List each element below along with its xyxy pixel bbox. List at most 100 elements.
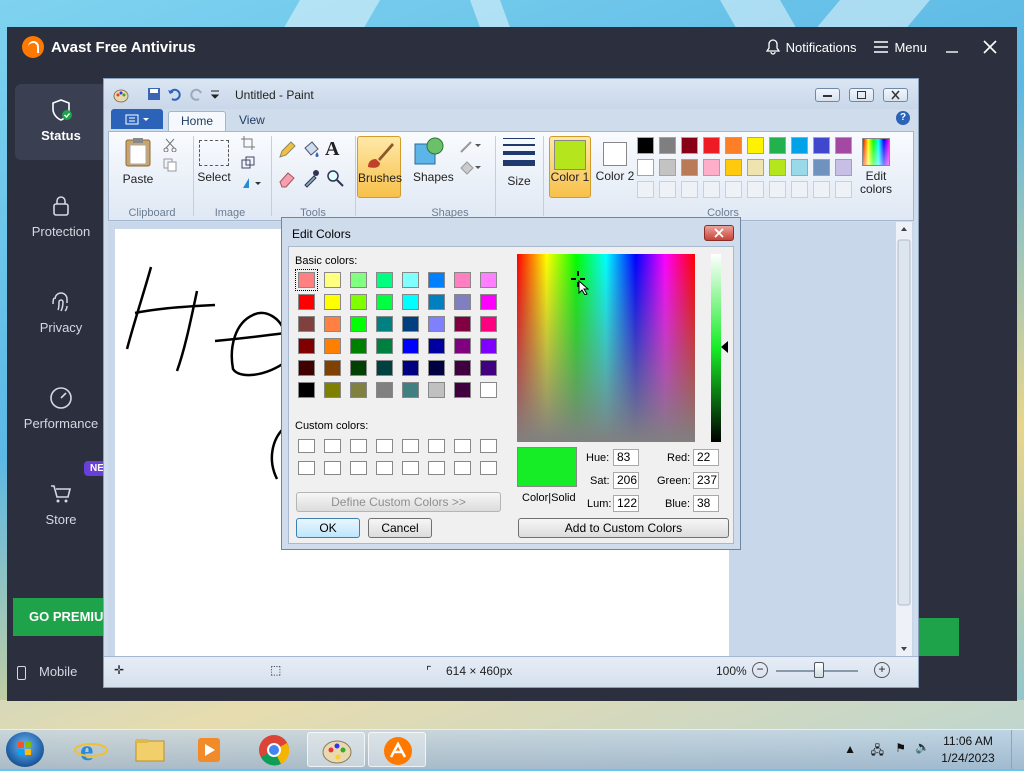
palette-swatch[interactable] <box>769 137 786 154</box>
taskbar-paint[interactable] <box>307 732 365 767</box>
palette-swatch[interactable] <box>637 181 654 198</box>
basic-color-cell[interactable] <box>376 338 393 354</box>
palette-swatch[interactable] <box>637 137 654 154</box>
basic-color-cell[interactable] <box>454 272 471 288</box>
dialog-close-button[interactable] <box>704 225 734 241</box>
volume-icon[interactable]: 🔈 <box>915 740 930 754</box>
basic-color-cell[interactable] <box>428 382 445 398</box>
custom-color-cell[interactable] <box>298 461 315 475</box>
palette-swatch[interactable] <box>791 159 808 176</box>
pencil-icon[interactable] <box>277 140 297 163</box>
network-icon[interactable]: 🖧 <box>871 741 884 762</box>
basic-color-cell[interactable] <box>324 316 341 332</box>
basic-color-cell[interactable] <box>402 294 419 310</box>
file-menu-button[interactable] <box>111 109 163 129</box>
custom-color-cell[interactable] <box>402 461 419 475</box>
fill-bucket-icon[interactable] <box>301 140 321 163</box>
palette-swatch[interactable] <box>835 137 852 154</box>
basic-color-cell[interactable] <box>324 272 341 288</box>
palette-swatch[interactable] <box>637 159 654 176</box>
notifications-button[interactable]: Notifications <box>765 39 856 55</box>
palette-swatch[interactable] <box>703 181 720 198</box>
palette-swatch[interactable] <box>681 159 698 176</box>
select-button[interactable]: Select <box>197 136 231 198</box>
basic-color-cell[interactable] <box>428 294 445 310</box>
basic-color-cell[interactable] <box>376 272 393 288</box>
palette-swatch[interactable] <box>703 159 720 176</box>
palette-swatch[interactable] <box>659 159 676 176</box>
flag-icon[interactable]: ⚑ <box>895 741 906 755</box>
basic-color-cell[interactable] <box>298 338 315 354</box>
custom-color-cell[interactable] <box>480 461 497 475</box>
copy-icon[interactable] <box>163 158 177 175</box>
hue-input[interactable]: 83 <box>613 449 639 466</box>
show-desktop-button[interactable] <box>1011 730 1024 769</box>
minimize-button[interactable] <box>945 40 965 54</box>
sidebar-item-store[interactable]: Store <box>15 468 107 544</box>
palette-swatch[interactable] <box>813 137 830 154</box>
custom-color-cell[interactable] <box>376 439 393 453</box>
basic-color-cell[interactable] <box>480 382 497 398</box>
custom-color-cell[interactable] <box>428 461 445 475</box>
basic-color-cell[interactable] <box>324 382 341 398</box>
basic-color-cell[interactable] <box>402 382 419 398</box>
custom-color-cell[interactable] <box>454 461 471 475</box>
custom-color-cell[interactable] <box>428 439 445 453</box>
custom-color-cell[interactable] <box>324 439 341 453</box>
custom-color-cell[interactable] <box>480 439 497 453</box>
basic-color-cell[interactable] <box>324 360 341 376</box>
basic-color-cell[interactable] <box>480 338 497 354</box>
outline-icon[interactable] <box>459 138 483 157</box>
basic-color-cell[interactable] <box>428 360 445 376</box>
brushes-button[interactable]: Brushes <box>357 136 402 198</box>
custom-color-cell[interactable] <box>350 439 367 453</box>
quick-access-dropdown-icon[interactable] <box>210 87 224 101</box>
magnifier-icon[interactable] <box>325 168 345 191</box>
taskbar-avast[interactable] <box>368 732 426 767</box>
undo-icon[interactable] <box>167 87 181 101</box>
palette-swatch[interactable] <box>659 181 676 198</box>
palette-swatch[interactable] <box>747 137 764 154</box>
basic-color-cell[interactable] <box>480 316 497 332</box>
clock[interactable]: 11:06 AM 1/24/2023 <box>938 734 998 765</box>
basic-color-cell[interactable] <box>298 316 315 332</box>
zoom-slider-thumb[interactable] <box>814 662 824 678</box>
basic-color-cell[interactable] <box>350 294 367 310</box>
tab-home[interactable]: Home <box>168 111 227 132</box>
taskbar-file-explorer[interactable] <box>121 732 179 767</box>
palette-swatch[interactable] <box>835 181 852 198</box>
basic-color-cell[interactable] <box>428 338 445 354</box>
basic-color-cell[interactable] <box>454 338 471 354</box>
color1-button[interactable]: Color 1 <box>549 136 591 198</box>
menu-button[interactable]: Menu <box>874 40 927 55</box>
zoom-in-button[interactable]: + <box>874 662 890 678</box>
color2-button[interactable]: Color 2 <box>595 136 635 198</box>
eraser-icon[interactable] <box>277 168 297 191</box>
basic-color-cell[interactable] <box>298 360 315 376</box>
basic-color-cell[interactable] <box>428 316 445 332</box>
add-to-custom-colors-button[interactable]: Add to Custom Colors <box>518 518 729 538</box>
custom-color-cell[interactable] <box>324 461 341 475</box>
cancel-button[interactable]: Cancel <box>368 518 432 538</box>
palette-swatch[interactable] <box>725 137 742 154</box>
basic-color-cell[interactable] <box>480 272 497 288</box>
green-input[interactable]: 237 <box>693 472 719 489</box>
lum-input[interactable]: 122 <box>613 495 639 512</box>
basic-color-cell[interactable] <box>350 316 367 332</box>
basic-color-cell[interactable] <box>324 294 341 310</box>
fill-icon[interactable] <box>459 160 483 179</box>
custom-color-cell[interactable] <box>376 461 393 475</box>
basic-color-cell[interactable] <box>350 360 367 376</box>
paint-app-icon[interactable] <box>113 87 129 103</box>
tab-view[interactable]: View <box>227 111 277 131</box>
palette-swatch[interactable] <box>791 137 808 154</box>
basic-color-cell[interactable] <box>428 272 445 288</box>
basic-color-cell[interactable] <box>454 316 471 332</box>
paste-button[interactable]: Paste <box>119 136 157 196</box>
basic-color-cell[interactable] <box>402 272 419 288</box>
basic-color-cell[interactable] <box>350 338 367 354</box>
paint-close-button[interactable] <box>883 88 908 102</box>
crop-icon[interactable] <box>241 136 255 153</box>
paint-minimize-button[interactable] <box>815 88 840 102</box>
go-premium-button[interactable]: GO PREMIU <box>13 598 107 636</box>
